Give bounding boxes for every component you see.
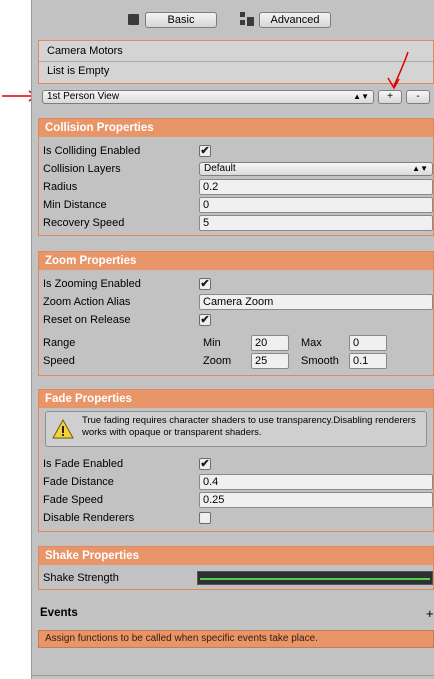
recovery-speed-label: Recovery Speed bbox=[43, 217, 125, 229]
shake-section: Shake Properties Shake Strength bbox=[38, 546, 434, 590]
shake-strength-curve[interactable] bbox=[197, 571, 433, 585]
shake-curve-line bbox=[200, 578, 430, 580]
is-colliding-checkbox[interactable]: ✔ bbox=[199, 145, 211, 157]
collision-section: Collision Properties Is Colliding Enable… bbox=[38, 118, 434, 236]
zoom-alias-label: Zoom Action Alias bbox=[43, 296, 131, 308]
warning-icon bbox=[52, 419, 74, 439]
fade-distance-field[interactable]: 0.4 bbox=[199, 474, 433, 490]
min-label: Min bbox=[203, 337, 221, 349]
basic-mode-icon bbox=[128, 14, 139, 25]
disable-renderers-label: Disable Renderers bbox=[43, 512, 135, 524]
fade-warning-box: True fading requires character shaders t… bbox=[45, 411, 427, 447]
motor-type-value: 1st Person View bbox=[47, 91, 120, 102]
speed-label: Speed bbox=[43, 355, 75, 367]
recovery-speed-field[interactable]: 5 bbox=[199, 215, 433, 231]
collision-layers-value: Default bbox=[204, 163, 236, 174]
zoom-alias-field[interactable]: Camera Zoom bbox=[199, 294, 433, 310]
radius-field[interactable]: 0.2 bbox=[199, 179, 433, 195]
collision-header[interactable]: Collision Properties bbox=[39, 119, 433, 137]
events-help-text: Assign functions to be called when speci… bbox=[38, 630, 434, 648]
list-empty-text: List is Empty bbox=[47, 65, 110, 77]
zoom-max-field[interactable]: 0 bbox=[349, 335, 387, 351]
min-distance-field[interactable]: 0 bbox=[199, 197, 433, 213]
dropdown-arrows-icon: ▲▼ bbox=[353, 92, 369, 101]
collision-layers-label: Collision Layers bbox=[43, 163, 121, 175]
camera-motors-title: Camera Motors bbox=[47, 45, 123, 57]
events-add-button[interactable]: + bbox=[426, 606, 434, 621]
reset-release-checkbox[interactable]: ✔ bbox=[199, 314, 211, 326]
min-distance-label: Min Distance bbox=[43, 199, 107, 211]
zoom-speed-label: Zoom bbox=[203, 355, 232, 367]
zoom-min-field[interactable]: 20 bbox=[251, 335, 289, 351]
inspector-panel: Basic Advanced Camera Motors List is Emp… bbox=[31, 0, 434, 679]
fade-distance-label: Fade Distance bbox=[43, 476, 114, 488]
disable-renderers-checkbox[interactable] bbox=[199, 512, 211, 524]
add-motor-button[interactable]: + bbox=[378, 90, 402, 104]
is-colliding-label: Is Colliding Enabled bbox=[43, 145, 141, 157]
radius-label: Radius bbox=[43, 181, 78, 193]
motor-type-dropdown[interactable]: 1st Person View ▲▼ bbox=[42, 90, 374, 104]
events-title: Events bbox=[40, 607, 78, 619]
is-zooming-label: Is Zooming Enabled bbox=[43, 278, 141, 290]
reset-release-label: Reset on Release bbox=[43, 314, 131, 326]
max-label: Max bbox=[301, 337, 322, 349]
remove-motor-button[interactable]: - bbox=[406, 90, 430, 104]
is-fade-label: Is Fade Enabled bbox=[43, 458, 124, 470]
is-fade-checkbox[interactable]: ✔ bbox=[199, 458, 211, 470]
zoom-speed-field[interactable]: 25 bbox=[251, 353, 289, 369]
smooth-label: Smooth bbox=[301, 355, 339, 367]
advanced-mode-icon bbox=[240, 12, 254, 26]
zoom-smooth-field[interactable]: 0.1 bbox=[349, 353, 387, 369]
fade-section: Fade Properties True fading requires cha… bbox=[38, 389, 434, 532]
camera-motors-list: Camera Motors List is Empty bbox=[38, 40, 434, 84]
dropdown-arrows-icon: ▲▼ bbox=[412, 164, 428, 173]
annotation-arrow-down bbox=[387, 51, 409, 90]
fade-header[interactable]: Fade Properties bbox=[39, 390, 433, 408]
shake-header[interactable]: Shake Properties bbox=[39, 547, 433, 565]
shake-strength-label: Shake Strength bbox=[43, 572, 119, 584]
fade-speed-label: Fade Speed bbox=[43, 494, 103, 506]
bottom-divider bbox=[32, 675, 434, 676]
fade-warning-text: True fading requires character shaders t… bbox=[82, 415, 416, 438]
zoom-header[interactable]: Zoom Properties bbox=[39, 252, 433, 270]
is-zooming-checkbox[interactable]: ✔ bbox=[199, 278, 211, 290]
zoom-section: Zoom Properties Is Zooming Enabled ✔ Zoo… bbox=[38, 251, 434, 376]
collision-layers-dropdown[interactable]: Default ▲▼ bbox=[199, 162, 433, 176]
fade-speed-field[interactable]: 0.25 bbox=[199, 492, 433, 508]
basic-button[interactable]: Basic bbox=[145, 12, 217, 28]
advanced-button[interactable]: Advanced bbox=[259, 12, 331, 28]
range-label: Range bbox=[43, 337, 76, 349]
